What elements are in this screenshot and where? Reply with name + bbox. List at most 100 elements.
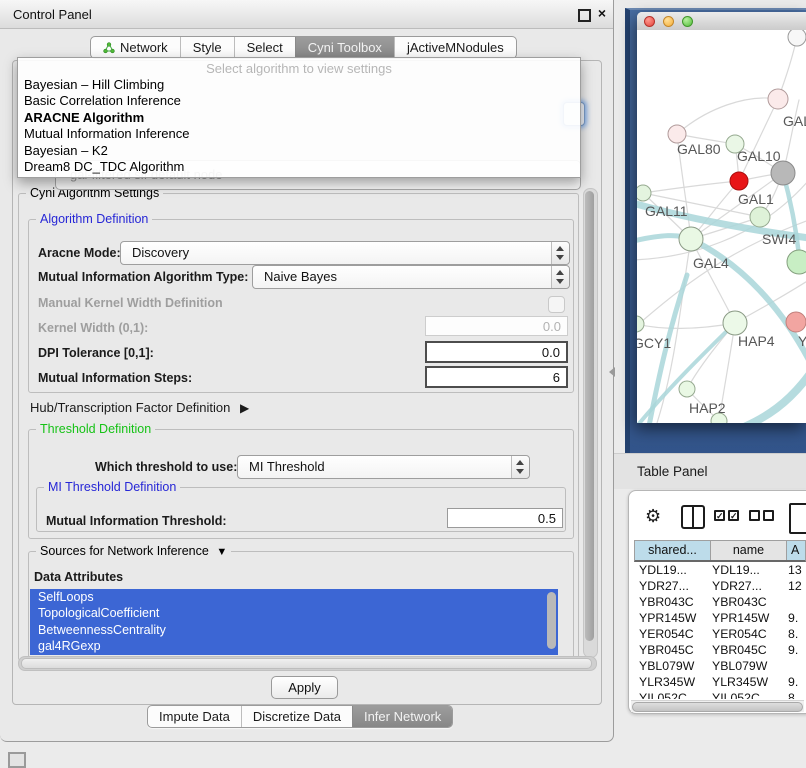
algorithm-select-popup: Select algorithm to view settings Bayesi… (17, 57, 581, 178)
new-table-icon[interactable] (789, 503, 806, 534)
checked-pair-icon[interactable]: ✓ ✓ (714, 510, 739, 521)
table-cell: YDR27... (634, 578, 709, 594)
unchecked-pair-icon[interactable] (749, 510, 774, 521)
table-row[interactable]: YIL052CYIL052C8 (634, 690, 806, 699)
network-node[interactable] (787, 250, 806, 274)
network-canvas[interactable]: GALGAL80GAL10GAL1GAL11SWI4GAL4GCY1HAP4YH… (637, 30, 806, 423)
table-row[interactable]: YBR043CYBR043C (634, 594, 806, 610)
network-node[interactable] (750, 207, 770, 227)
close-icon[interactable]: × (598, 5, 606, 21)
dpi-tolerance-input[interactable] (425, 341, 568, 363)
zoom-traffic-light[interactable] (682, 16, 693, 27)
table-row[interactable]: YBR045CYBR045C9. (634, 642, 806, 658)
network-node[interactable] (788, 30, 806, 46)
column-header-a[interactable]: A (787, 541, 805, 560)
which-threshold-combobox[interactable]: MI Threshold (237, 455, 530, 479)
tab-jactivemnodules[interactable]: jActiveMNodules (394, 37, 516, 58)
node-label-swi4: SWI4 (762, 231, 796, 247)
algorithm-option-basic-correlation-inference[interactable]: Basic Correlation Inference (21, 93, 577, 109)
tab-discretize-data[interactable]: Discretize Data (241, 706, 352, 727)
table-cell: YPR145W (709, 610, 784, 626)
list-scrollbar-thumb[interactable] (547, 592, 556, 649)
network-node[interactable] (637, 185, 651, 201)
table-hscroll-thumb[interactable] (632, 702, 803, 712)
algorithm-option-bayesian-hill-climbing[interactable]: Bayesian – Hill Climbing (21, 77, 577, 93)
network-window-titlebar[interactable] (637, 12, 806, 31)
combo-spinner-icon (511, 456, 529, 478)
network-edge (677, 98, 778, 134)
table-cell: 8 (784, 690, 806, 699)
settings-vertical-scrollbar[interactable] (583, 188, 598, 658)
table-row[interactable]: YDR27...YDR27...12 (634, 578, 806, 594)
horizontal-scrollbar-thumb[interactable] (21, 658, 592, 669)
table-row[interactable]: YPR145WYPR145W9. (634, 610, 806, 626)
combo-spinner-icon (551, 242, 569, 264)
network-view-window[interactable]: GALGAL80GAL10GAL1GAL11SWI4GAL4GCY1HAP4YH… (637, 12, 806, 423)
algorithm-option-mutual-information-inference[interactable]: Mutual Information Inference (21, 126, 577, 142)
network-node[interactable] (771, 161, 795, 185)
tab-impute-data[interactable]: Impute Data (148, 706, 241, 727)
attribute-item-gal4rgexp[interactable]: gal4RGexp (30, 638, 558, 654)
network-node[interactable] (786, 312, 806, 332)
column-header-shared[interactable]: shared... (635, 541, 711, 560)
algorithm-list: Bayesian – Hill ClimbingBasic Correlatio… (21, 77, 577, 175)
minimize-traffic-light[interactable] (663, 16, 674, 27)
kernel-width-input[interactable] (425, 316, 568, 336)
mi-type-combobox[interactable]: Naive Bayes (252, 265, 570, 289)
attribute-item-betweennesscentrality[interactable]: BetweennessCentrality (30, 622, 558, 638)
sources-legend[interactable]: Sources for Network Inference ▼ (36, 544, 231, 558)
node-label-gcy1: GCY1 (637, 335, 671, 351)
table-row[interactable]: YER054CYER054C8. (634, 626, 806, 642)
tab-select[interactable]: Select (234, 37, 295, 58)
gear-icon[interactable]: ⚙ (645, 505, 661, 527)
table-cell: YLR345W (709, 674, 784, 690)
algorithm-option-aracne-algorithm[interactable]: ARACNE Algorithm (21, 110, 577, 126)
table-cell: YDL19... (709, 562, 784, 578)
attribute-item-selfloops[interactable]: SelfLoops (30, 589, 558, 605)
splitter-collapse-icon[interactable] (609, 367, 615, 377)
tab-style[interactable]: Style (180, 37, 234, 58)
vertical-scrollbar-thumb[interactable] (585, 191, 594, 641)
minimized-panel-icon[interactable] (8, 752, 26, 768)
algorithm-option-dream8-dc-tdc-algorithm[interactable]: Dream8 DC_TDC Algorithm (21, 159, 577, 175)
aracne-mode-combobox[interactable]: Discovery (120, 241, 570, 265)
tab-infer-network[interactable]: Infer Network (352, 706, 452, 727)
manual-kernel-label: Manual Kernel Width Definition (38, 296, 223, 310)
table-row[interactable]: YDL19...YDL19...13 (634, 562, 806, 578)
network-node[interactable] (637, 316, 644, 332)
table-cell: YBR045C (634, 642, 709, 658)
settings-horizontal-scrollbar[interactable] (18, 656, 597, 671)
columns-icon[interactable] (681, 505, 705, 529)
tab-network[interactable]: Network (91, 37, 180, 58)
table-panel-title: Table Panel (637, 464, 708, 479)
table-row[interactable]: YLR345WYLR345W9. (634, 674, 806, 690)
hub-definition-label[interactable]: Hub/Transcription Factor Definition ▶ (30, 400, 249, 415)
network-node[interactable] (768, 89, 788, 109)
network-node[interactable] (730, 172, 748, 190)
network-node[interactable] (723, 311, 747, 335)
which-threshold-label: Which threshold to use: (95, 460, 237, 474)
attribute-item-topologicalcoefficient[interactable]: TopologicalCoefficient (30, 605, 558, 621)
table-cell: YIL052C (634, 690, 709, 699)
network-node[interactable] (679, 227, 703, 251)
algorithm-option-bayesian-k2[interactable]: Bayesian – K2 (21, 143, 577, 159)
table-row[interactable]: YBL079WYBL079W (634, 658, 806, 674)
node-label-gal10: GAL10 (737, 148, 781, 164)
network-icon (103, 42, 115, 54)
mi-steps-input[interactable] (425, 366, 568, 388)
mi-threshold-legend: MI Threshold Definition (44, 480, 180, 494)
network-graph: GALGAL80GAL10GAL1GAL11SWI4GAL4GCY1HAP4YH… (637, 30, 806, 423)
table-horizontal-scrollbar[interactable] (631, 700, 804, 712)
tab-cyni-toolbox[interactable]: Cyni Toolbox (295, 37, 394, 58)
float-window-icon[interactable] (578, 9, 591, 22)
manual-kernel-checkbox[interactable] (548, 296, 565, 313)
expand-right-icon[interactable]: ▶ (240, 401, 249, 415)
unchecked-box-icon (763, 510, 774, 521)
column-header-name[interactable]: name (711, 541, 787, 560)
collapse-down-icon[interactable]: ▼ (216, 546, 227, 558)
close-traffic-light[interactable] (644, 16, 655, 27)
data-attributes-list[interactable]: SelfLoopsTopologicalCoefficientBetweenne… (30, 589, 558, 655)
network-node[interactable] (679, 381, 695, 397)
apply-button[interactable]: Apply (271, 676, 338, 699)
mi-threshold-input[interactable] (447, 508, 563, 528)
